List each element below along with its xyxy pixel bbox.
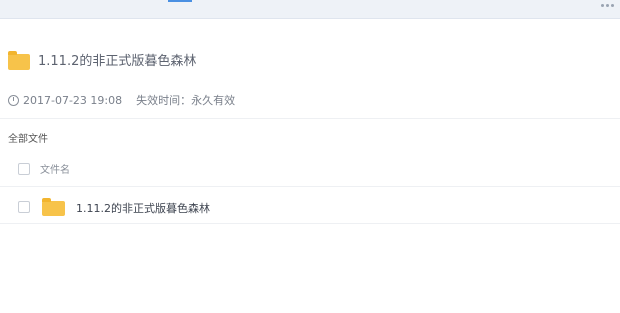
folder-icon	[8, 51, 30, 70]
column-filename[interactable]: 文件名	[40, 161, 70, 176]
select-all-checkbox[interactable]	[18, 163, 30, 175]
active-tab-indicator	[168, 0, 192, 2]
share-expiry: 失效时间：永久有效	[136, 94, 236, 107]
share-date: 2017-07-23 19:08	[23, 93, 123, 107]
table-header: 文件名	[0, 150, 620, 187]
file-table: 文件名 1.11.2的非正式版暮色森林	[0, 150, 620, 224]
file-name[interactable]: 1.11.2的非正式版暮色森林	[76, 200, 210, 216]
clock-icon	[8, 94, 19, 106]
table-row[interactable]: 1.11.2的非正式版暮色森林	[0, 187, 620, 224]
more-icon[interactable]	[601, 4, 614, 7]
share-title: 1.11.2的非正式版暮色森林	[38, 54, 197, 69]
share-meta: 2017-07-23 19:08 失效时间：永久有效	[8, 92, 235, 108]
folder-icon	[42, 198, 65, 216]
share-header: 1.11.2的非正式版暮色森林 2017-07-23 19:08 失效时间：永久…	[0, 18, 620, 119]
row-checkbox[interactable]	[18, 201, 30, 213]
breadcrumb[interactable]: 全部文件	[8, 130, 48, 145]
top-bar	[0, 0, 620, 19]
